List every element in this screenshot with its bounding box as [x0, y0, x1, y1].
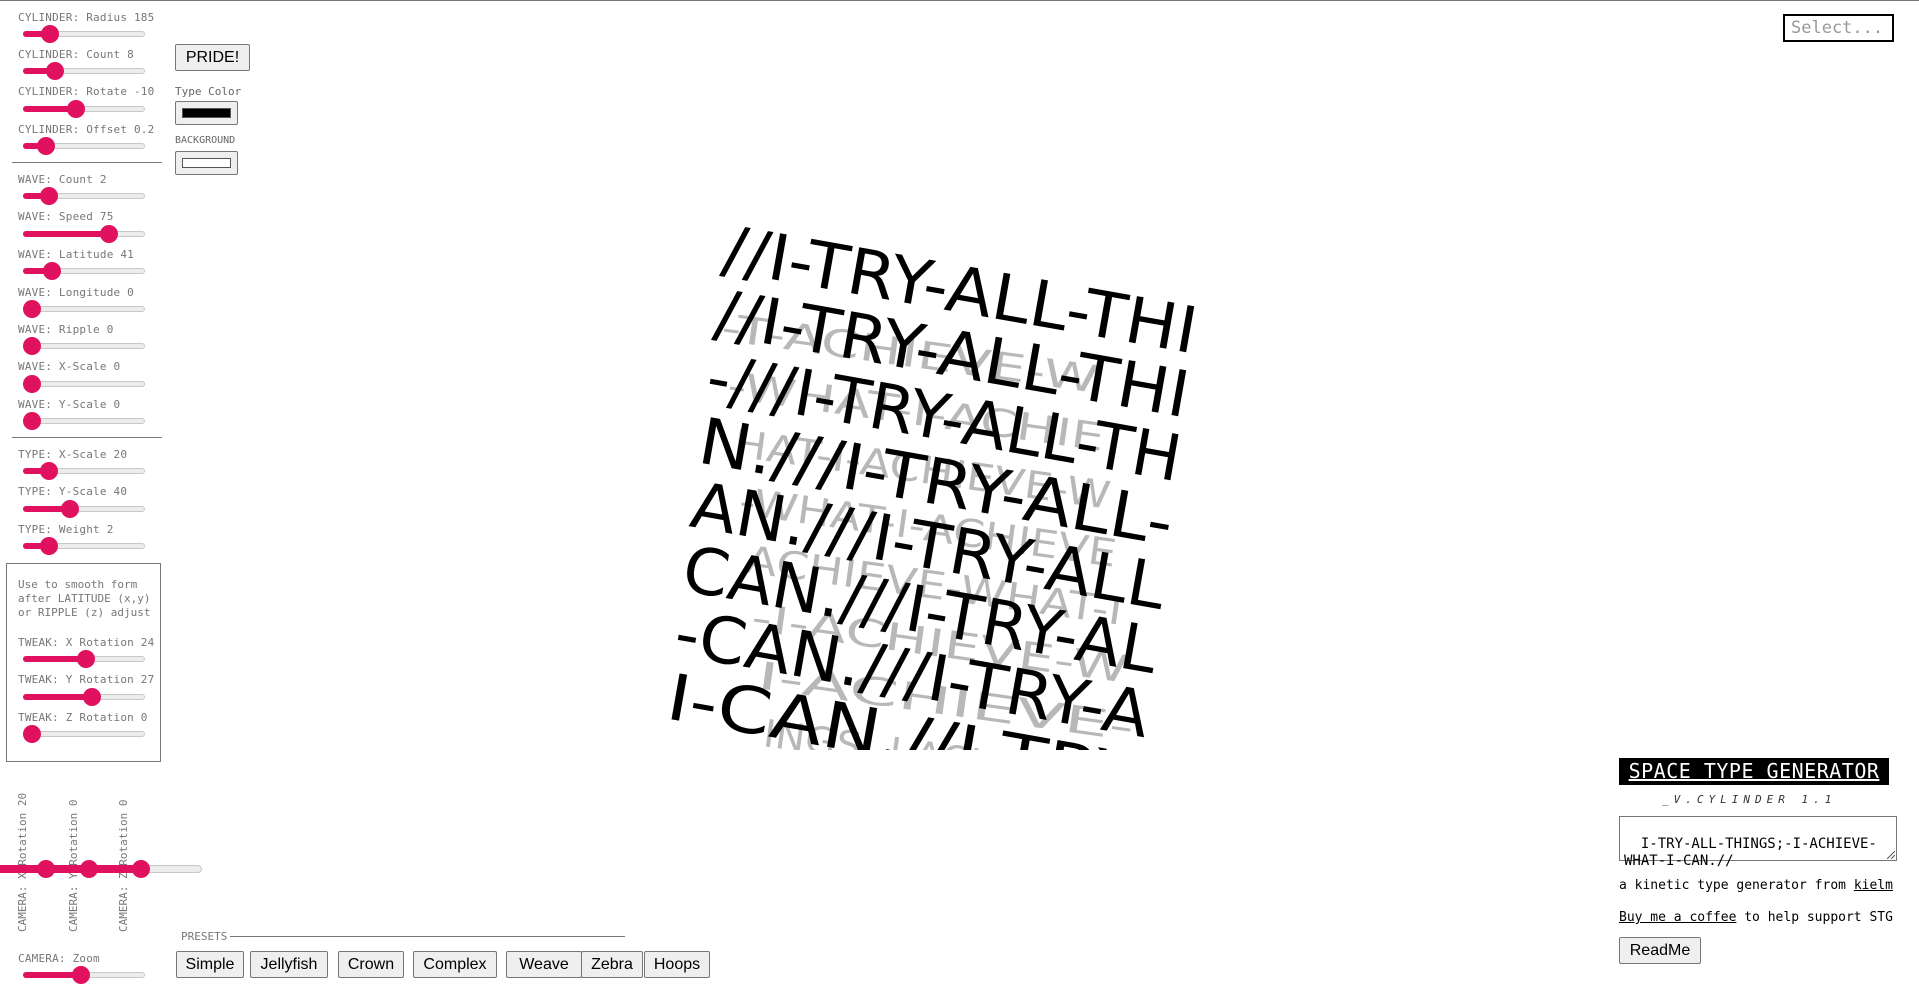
tweak-z-label: TWEAK: Z Rotation 0 [18, 711, 148, 724]
wave-yscale-slider[interactable] [23, 412, 145, 430]
slider-track [23, 418, 145, 424]
type-color-picker[interactable] [175, 101, 238, 125]
slider-thumb[interactable] [39, 187, 58, 205]
text-input-value: I-TRY-ALL-THINGS;-I-ACHIEVE-WHAT-I-CAN./… [1624, 836, 1877, 869]
divider [12, 437, 162, 438]
preset-zebra-button[interactable]: Zebra [581, 951, 643, 978]
wave-longitude-label: WAVE: Longitude 0 [18, 286, 134, 299]
tagline-text: a kinetic type generator from [1619, 878, 1854, 893]
slider-thumb[interactable] [66, 100, 85, 118]
coffee-suffix: to help support STG [1736, 910, 1893, 925]
wave-count-label: WAVE: Count 2 [18, 173, 107, 186]
preset-weave-button[interactable]: Weave [506, 951, 582, 978]
cylinder-offset-slider[interactable] [23, 137, 145, 155]
resize-handle-icon[interactable] [1887, 851, 1895, 859]
wave-speed-slider[interactable] [23, 225, 145, 243]
camera-x-thumb[interactable] [37, 860, 56, 878]
slider-thumb[interactable] [71, 966, 90, 984]
preset-select[interactable]: Select... [1783, 14, 1894, 42]
coffee-line: Buy me a coffee to help support STG [1619, 910, 1893, 925]
wave-yscale-label: WAVE: Y-Scale 0 [18, 398, 121, 411]
camera-x-label: CAMERA: X Rotation 20 [16, 792, 29, 932]
type-xscale-label: TYPE: X-Scale 20 [18, 448, 128, 461]
cylinder-rotate-slider[interactable] [23, 100, 145, 118]
type-yscale-slider[interactable] [23, 500, 145, 518]
type-weight-label: TYPE: Weight 2 [18, 523, 114, 536]
preset-jellyfish-button[interactable]: Jellyfish [250, 951, 328, 978]
type-canvas: -T-ACHIEVE-W-WHAT-I-ACHIEHAT-I-ACHIEVE-W… [661, 213, 1203, 750]
tweak-z-slider[interactable] [23, 725, 145, 743]
background-color-swatch [182, 158, 231, 168]
wave-ripple-slider[interactable] [23, 337, 145, 355]
slider-thumb[interactable] [23, 375, 41, 393]
camera-z-thumb[interactable] [132, 860, 151, 878]
text-input[interactable]: I-TRY-ALL-THINGS;-I-ACHIEVE-WHAT-I-CAN./… [1619, 816, 1897, 869]
slider-thumb[interactable] [83, 688, 102, 706]
background-color-picker[interactable] [175, 151, 238, 175]
background-label: BACKGROUND [175, 135, 236, 146]
type-weight-slider[interactable] [23, 537, 145, 555]
preset-complex-button[interactable]: Complex [413, 951, 497, 978]
tweak-note: Use to smooth form after LATITUDE (x,y) … [18, 578, 151, 619]
wave-xscale-label: WAVE: X-Scale 0 [18, 360, 121, 373]
slider-track [23, 343, 145, 349]
slider-thumb[interactable] [77, 650, 96, 668]
preset-crown-button[interactable]: Crown [338, 951, 404, 978]
slider-thumb[interactable] [61, 500, 80, 518]
cylinder-count-label: CYLINDER: Count 8 [18, 48, 134, 61]
wave-speed-label: WAVE: Speed 75 [18, 210, 114, 223]
wave-count-slider[interactable] [23, 187, 145, 205]
front-text-layer: //I-TRY-ALL-THI//I-TRY-ALL-THI-///I-TRY-… [661, 213, 1203, 750]
type-xscale-slider[interactable] [23, 462, 145, 480]
type-color-label: Type Color [175, 85, 242, 98]
slider-thumb[interactable] [42, 262, 61, 280]
tweak-x-label: TWEAK: X Rotation 24 [18, 636, 155, 649]
wave-longitude-slider[interactable] [23, 300, 145, 318]
slider-thumb[interactable] [23, 337, 41, 355]
presets-label: PRESETS [181, 930, 228, 943]
slider-track [23, 381, 145, 387]
cylinder-radius-slider[interactable] [23, 25, 145, 43]
pride-button[interactable]: PRIDE! [175, 44, 250, 71]
top-border [0, 0, 1919, 1]
camera-y-thumb[interactable] [79, 860, 98, 878]
slider-thumb[interactable] [99, 225, 118, 243]
slider-track [23, 731, 145, 737]
wave-latitude-label: WAVE: Latitude 41 [18, 248, 134, 261]
wave-latitude-slider[interactable] [23, 262, 145, 280]
type-color-swatch [182, 108, 231, 118]
tagline: a kinetic type generator from kielm [1619, 878, 1893, 893]
slider-thumb[interactable] [36, 137, 55, 155]
slider-track [23, 306, 145, 312]
slider-thumb[interactable] [23, 300, 41, 318]
app-version: _V.CYLINDER 1.1 [1662, 793, 1837, 806]
cylinder-offset-label: CYLINDER: Offset 0.2 [18, 123, 155, 136]
slider-thumb[interactable] [39, 462, 58, 480]
tweak-y-label: TWEAK: Y Rotation 27 [18, 673, 155, 686]
camera-rotation-fill [0, 865, 142, 873]
wave-ripple-label: WAVE: Ripple 0 [18, 323, 114, 336]
cylinder-rotate-label: CYLINDER: Rotate -10 [18, 85, 155, 98]
camera-zoom-label: CAMERA: Zoom [18, 952, 100, 965]
coffee-link[interactable]: Buy me a coffee [1619, 910, 1736, 925]
cylinder-count-slider[interactable] [23, 62, 145, 80]
wave-xscale-slider[interactable] [23, 375, 145, 393]
preset-simple-button[interactable]: Simple [176, 951, 244, 978]
tweak-y-slider[interactable] [23, 688, 145, 706]
tweak-x-slider[interactable] [23, 650, 145, 668]
type-yscale-label: TYPE: Y-Scale 40 [18, 485, 128, 498]
slider-thumb[interactable] [40, 25, 59, 43]
slider-thumb[interactable] [45, 62, 64, 80]
readme-button[interactable]: ReadMe [1619, 937, 1701, 964]
divider [12, 162, 162, 163]
slider-thumb[interactable] [23, 412, 41, 430]
preset-hoops-button[interactable]: Hoops [644, 951, 710, 978]
cylinder-radius-label: CYLINDER: Radius 185 [18, 11, 155, 24]
presets-divider [230, 936, 625, 937]
camera-zoom-slider[interactable] [23, 966, 145, 984]
app-title[interactable]: SPACE TYPE GENERATOR [1619, 758, 1889, 785]
slider-thumb[interactable] [39, 537, 58, 555]
kielm-link[interactable]: kielm [1854, 878, 1893, 893]
slider-thumb[interactable] [23, 725, 41, 743]
